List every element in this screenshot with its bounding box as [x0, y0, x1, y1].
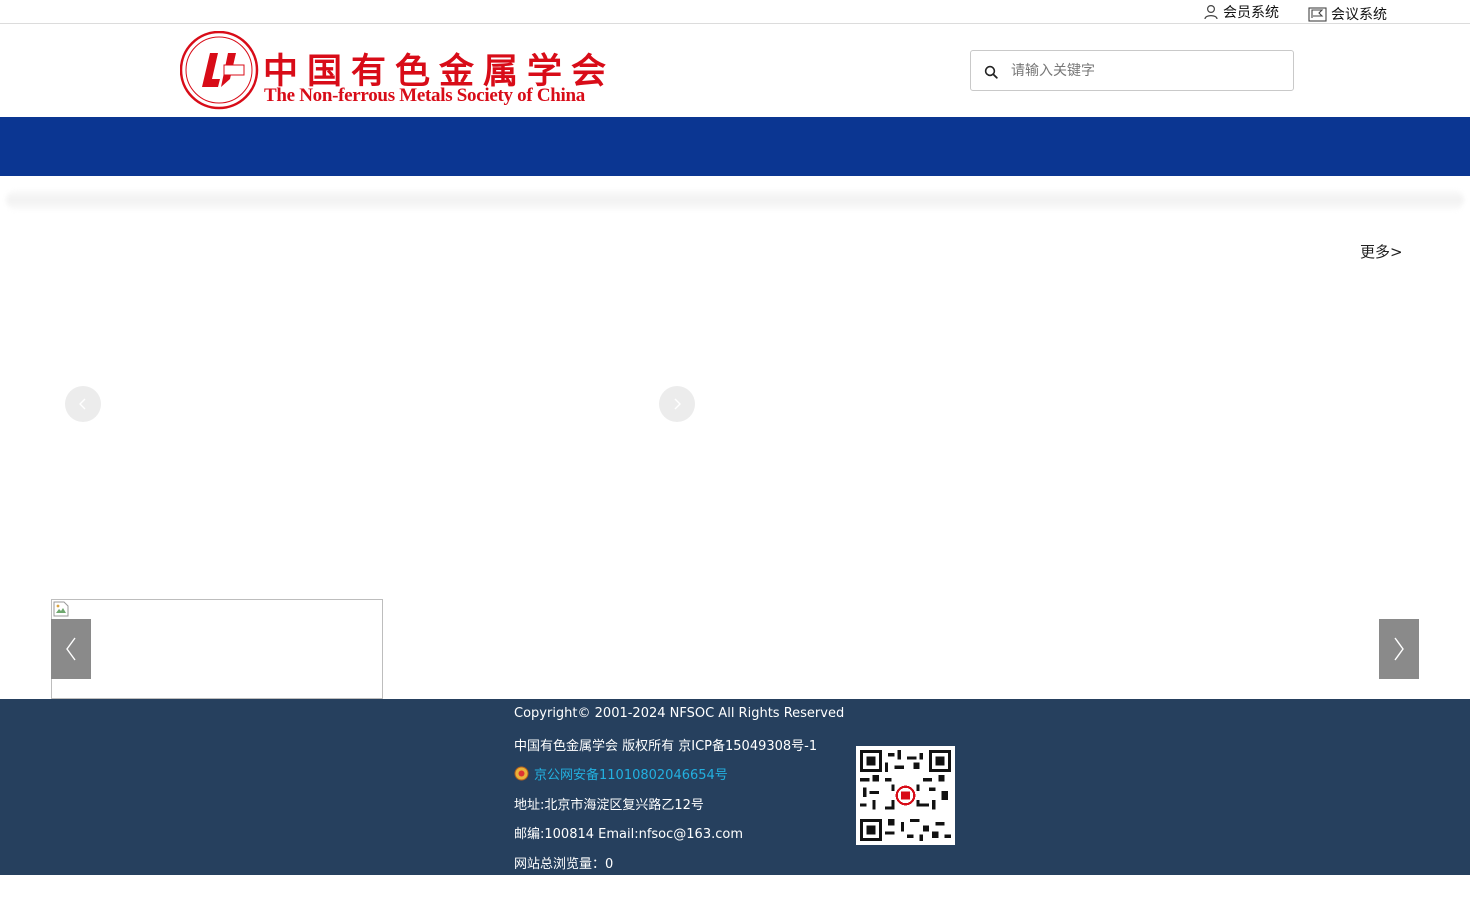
police-record-link[interactable]: 京公网安备11010802046654号 — [514, 764, 728, 783]
divider-shadow — [6, 190, 1464, 210]
main-navigation-bar — [0, 117, 1470, 176]
logo-english-name: The Non-ferrous Metals Society of China — [264, 85, 585, 106]
meeting-system-label: 会议系统 — [1331, 7, 1387, 23]
meeting-system-link[interactable]: 会议系统 — [1308, 4, 1387, 24]
broken-image-icon — [53, 601, 69, 617]
carousel-prev-button[interactable] — [51, 619, 91, 679]
carousel-next-button[interactable] — [1379, 619, 1419, 679]
address-text: 地址:北京市海淀区复兴路乙12号 — [514, 798, 704, 813]
postcode-email-text: 邮编:100814 Email:nfsoc@163.com — [514, 827, 743, 842]
police-record-label: 京公网安备11010802046654号 — [534, 768, 728, 783]
police-badge-icon — [514, 766, 529, 781]
slider-prev-button[interactable] — [65, 386, 101, 422]
slider-next-button[interactable] — [659, 386, 695, 422]
society-emblem-icon — [180, 31, 259, 110]
wechat-qr-code — [856, 746, 955, 845]
qr-code-icon — [860, 750, 951, 841]
carousel-image[interactable] — [51, 599, 383, 699]
chevron-left-icon — [79, 398, 86, 410]
site-footer: Copyright© 2001-2024 NFSOC All Rights Re… — [0, 699, 1470, 875]
icp-record-text: 中国有色金属学会 版权所有 京ICP备15049308号-1 — [514, 739, 818, 754]
copyright-text: Copyright© 2001-2024 NFSOC All Rights Re… — [514, 706, 845, 721]
search-box[interactable] — [970, 50, 1294, 91]
search-input[interactable] — [1011, 51, 1286, 90]
visit-counter-text: 网站总浏览量：0 — [514, 857, 614, 872]
more-link[interactable]: 更多> — [1360, 241, 1403, 262]
site-header: 中国有色金属学会 The Non-ferrous Metals Society … — [0, 24, 1470, 117]
flag-icon — [1308, 7, 1327, 22]
top-utility-bar: 会员系统 会议系统 — [0, 0, 1470, 24]
user-icon — [1204, 4, 1218, 20]
chevron-right-icon — [674, 398, 681, 410]
chevron-left-icon — [66, 637, 76, 661]
search-icon[interactable] — [984, 65, 998, 79]
site-logo[interactable]: 中国有色金属学会 The Non-ferrous Metals Society … — [180, 31, 620, 111]
member-system-link[interactable]: 会员系统 — [1203, 2, 1279, 22]
member-system-label: 会员系统 — [1223, 5, 1279, 21]
chevron-right-icon — [1394, 637, 1404, 661]
